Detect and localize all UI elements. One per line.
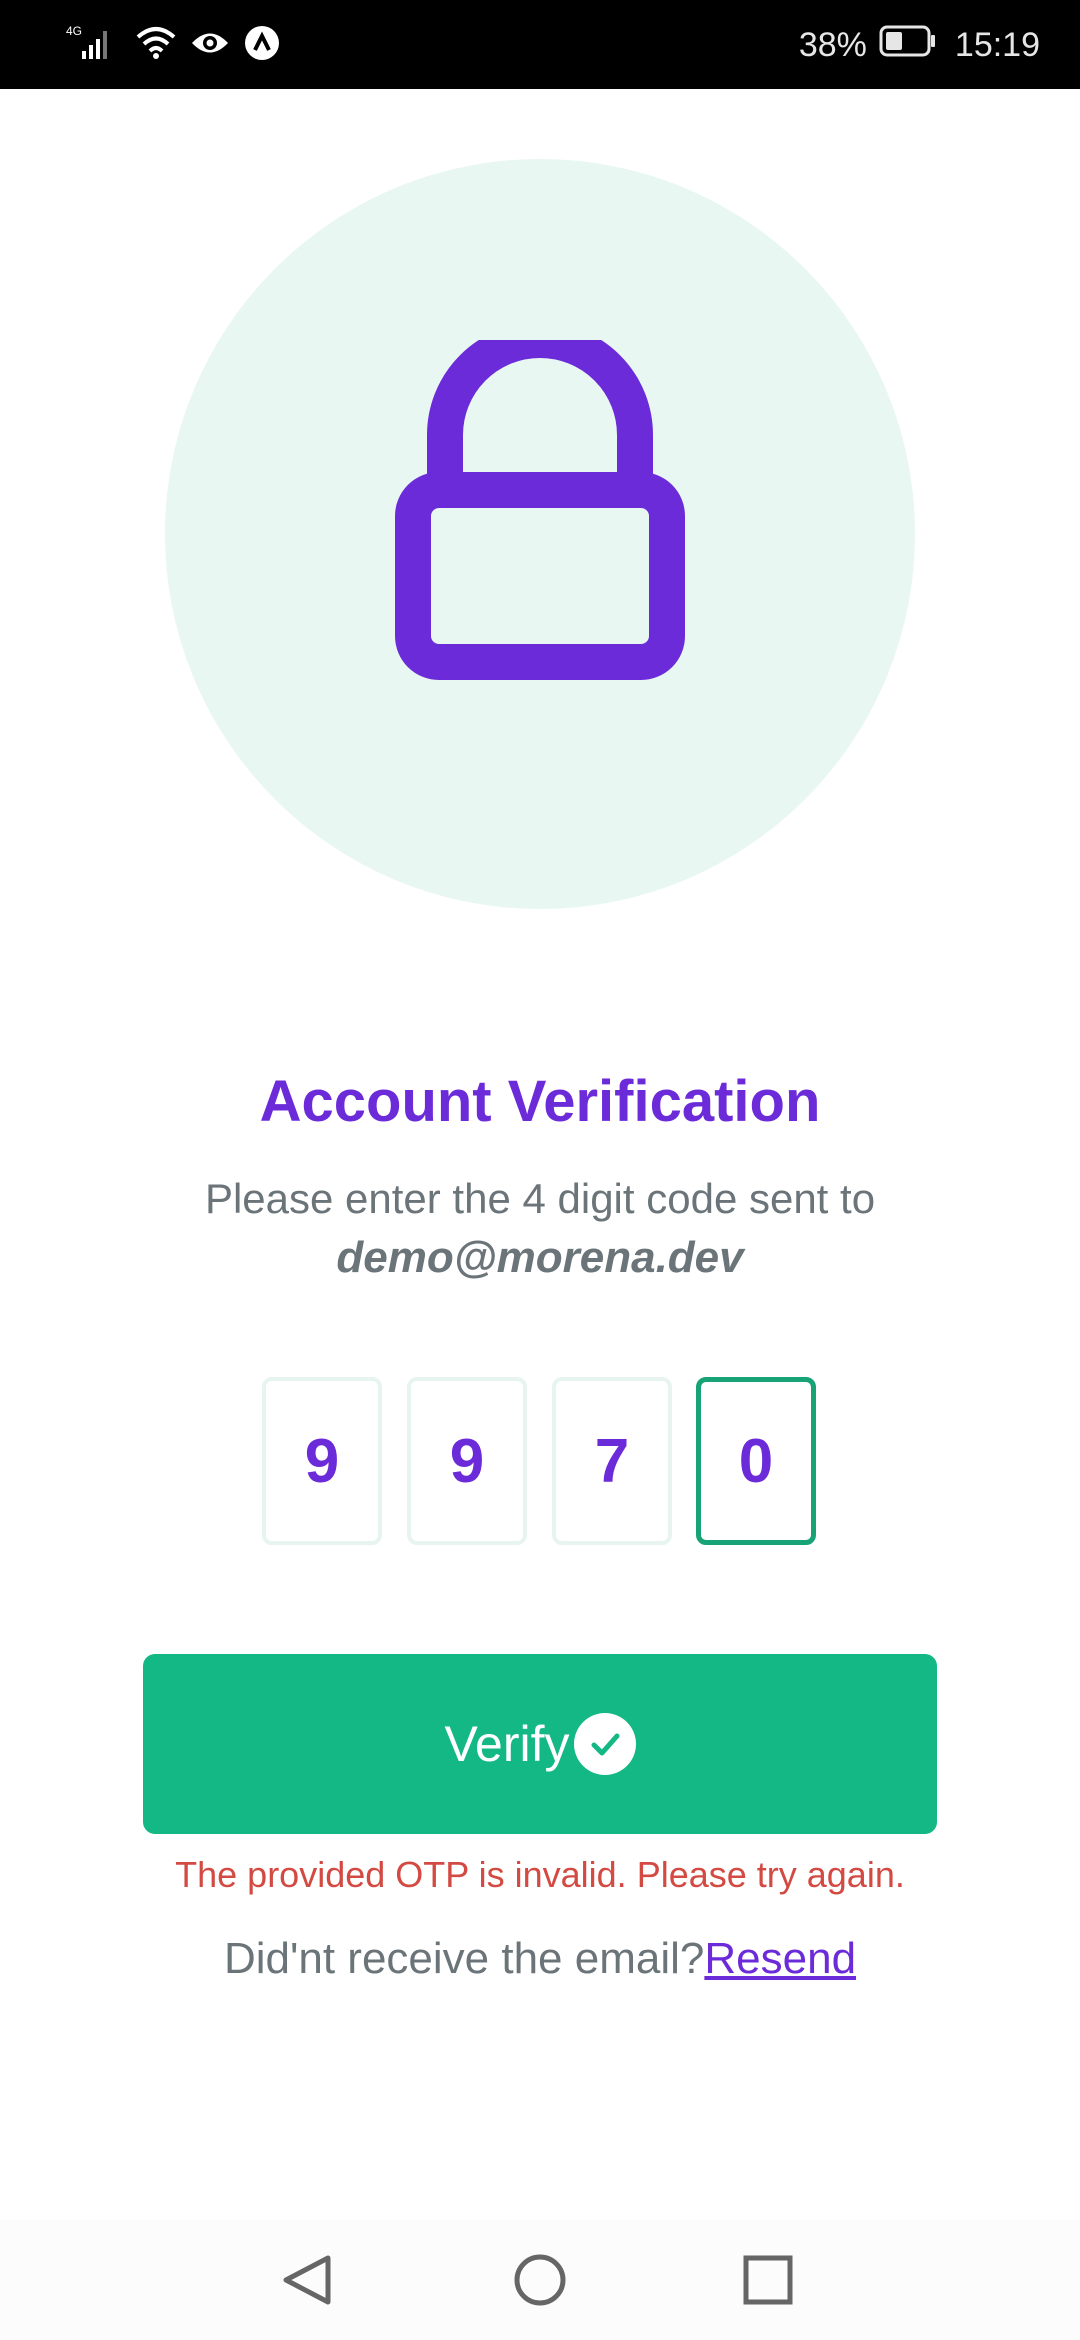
clock: 15:19: [954, 25, 1040, 64]
app-notification-icon: [244, 25, 280, 66]
cellular-signal-icon: 4G: [66, 23, 122, 68]
page-title: Account Verification: [259, 1069, 821, 1134]
svg-text:4G: 4G: [66, 24, 82, 38]
wifi-icon: [136, 25, 176, 66]
resend-link[interactable]: Resend: [704, 1934, 856, 1983]
back-triangle-icon[interactable]: [268, 2240, 348, 2320]
navigation-bar: [0, 2220, 1080, 2340]
status-icons-right: 38% 15:19: [799, 22, 1040, 68]
otp-digit-1[interactable]: 9: [262, 1377, 382, 1545]
instruction-text: Please enter the 4 digit code sent to: [204, 1175, 876, 1222]
lock-icon: [395, 340, 685, 680]
verify-button[interactable]: Verify: [143, 1654, 937, 1834]
target-email: demo@morena.dev: [336, 1233, 744, 1282]
eye-icon: [190, 28, 230, 63]
otp-digit-2[interactable]: 9: [407, 1377, 527, 1545]
otp-digit-4[interactable]: 0: [696, 1377, 816, 1545]
battery-icon: [879, 24, 937, 67]
otp-input-group: 9 9 7 0: [262, 1377, 818, 1548]
status-bar: 4G 38% 15:19: [0, 0, 1080, 89]
otp-digit-3[interactable]: 7: [552, 1377, 672, 1545]
error-message: The provided OTP is invalid. Please try …: [175, 1854, 905, 1895]
check-circle-icon: [573, 1713, 636, 1775]
battery-percentage: 38%: [798, 25, 867, 64]
resend-row: Did'nt receive the email?Resend: [0, 1934, 1080, 1984]
recents-square-icon[interactable]: [728, 2240, 808, 2320]
status-icons-left: 4G: [66, 22, 280, 68]
resend-prompt: Did'nt receive the email?: [223, 1934, 705, 1983]
home-circle-icon[interactable]: [500, 2240, 580, 2320]
verify-button-label: Verify: [444, 1716, 570, 1772]
